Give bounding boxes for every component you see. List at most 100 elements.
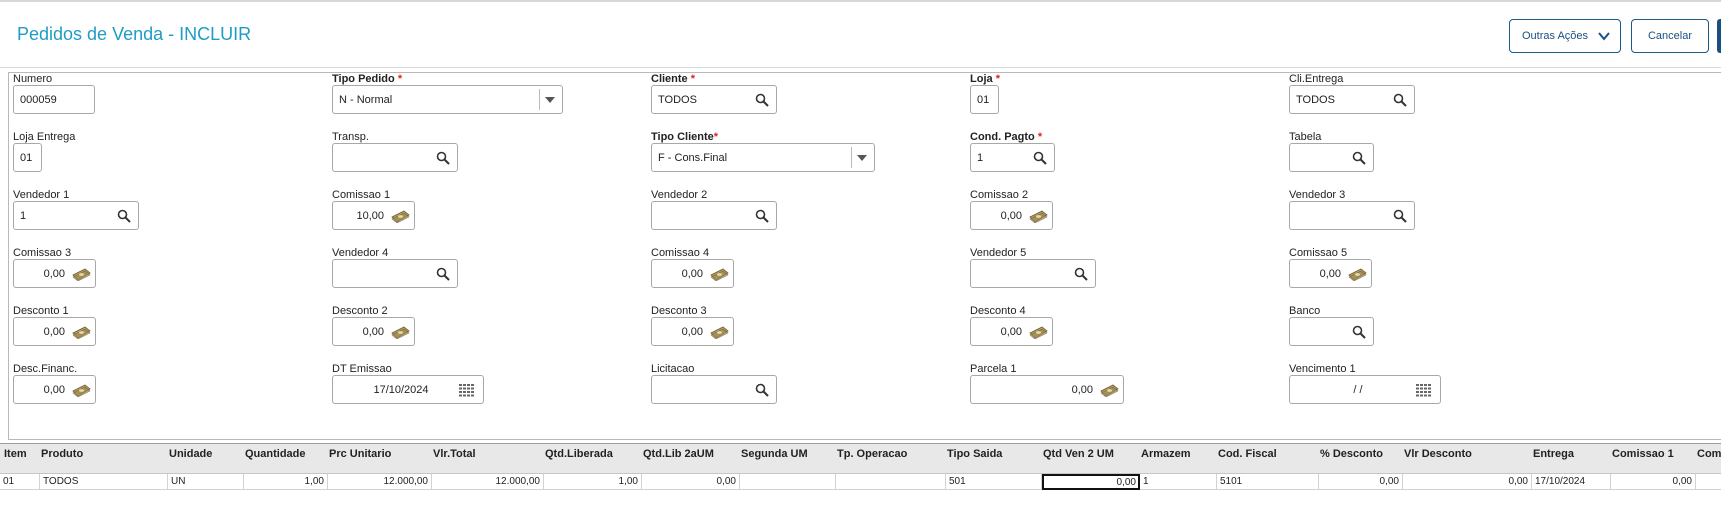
dt-emissao-input[interactable]: 17/10/2024 <box>332 375 484 404</box>
col-header-qtd-liberada[interactable]: Qtd.Liberada <box>545 448 613 460</box>
cell-perc-desconto[interactable]: 0,00 <box>1319 474 1403 490</box>
search-icon[interactable] <box>755 93 769 107</box>
money-icon[interactable] <box>709 326 729 339</box>
col-header-comissao2-partial[interactable]: Com <box>1697 448 1721 460</box>
tipo-pedido-select[interactable]: N - Normal <box>332 85 563 114</box>
money-icon[interactable] <box>1028 210 1048 223</box>
search-icon[interactable] <box>1352 151 1366 165</box>
search-icon[interactable] <box>117 209 131 223</box>
col-header-item[interactable]: Item <box>4 448 27 460</box>
search-icon[interactable] <box>1393 93 1407 107</box>
vencimento1-input[interactable]: / / <box>1289 375 1441 404</box>
cell-tipo-saida[interactable]: 501 <box>946 474 1042 490</box>
col-header-vlr-desconto[interactable]: Vlr Desconto <box>1404 448 1472 460</box>
money-icon[interactable] <box>390 326 410 339</box>
desconto2-input[interactable]: 0,00 <box>332 317 415 346</box>
cell-qtd-liberada[interactable]: 1,00 <box>544 474 642 490</box>
col-header-produto[interactable]: Produto <box>41 448 83 460</box>
vendedor3-input[interactable] <box>1289 201 1415 230</box>
cell-qtd-lib-2aum[interactable]: 0,00 <box>642 474 740 490</box>
comissao2-input[interactable]: 0,00 <box>970 201 1053 230</box>
cell-vlr-total[interactable]: 12.000,00 <box>432 474 544 490</box>
tabela-input[interactable] <box>1289 143 1374 172</box>
search-icon[interactable] <box>1033 151 1047 165</box>
confirm-button-edge[interactable] <box>1717 19 1721 53</box>
vendedor5-input[interactable] <box>970 259 1096 288</box>
cli-entrega-input[interactable]: TODOS <box>1289 85 1415 114</box>
search-icon[interactable] <box>436 267 450 281</box>
loja-input[interactable]: 01 <box>970 85 999 114</box>
money-icon[interactable] <box>1347 268 1367 281</box>
desconto3-input[interactable]: 0,00 <box>651 317 734 346</box>
banco-input[interactable] <box>1289 317 1374 346</box>
col-header-segunda-um[interactable]: Segunda UM <box>741 448 808 460</box>
tipo-cliente-select[interactable]: F - Cons.Final <box>651 143 875 172</box>
comissao3-input[interactable]: 0,00 <box>13 259 96 288</box>
col-header-armazem[interactable]: Armazem <box>1141 448 1191 460</box>
col-header-qtd-ven-2-um[interactable]: Qtd Ven 2 UM <box>1043 448 1114 460</box>
desc-financ-input[interactable]: 0,00 <box>13 375 96 404</box>
outras-acoes-button[interactable]: Outras Ações <box>1509 19 1621 53</box>
cell-item[interactable]: 01 <box>0 474 40 490</box>
cliente-input[interactable]: TODOS <box>651 85 777 114</box>
money-icon[interactable] <box>390 210 410 223</box>
desconto2-label: Desconto 2 <box>332 305 388 317</box>
parcela1-input[interactable]: 0,00 <box>970 375 1124 404</box>
transp-input[interactable] <box>332 143 458 172</box>
loja-entrega-input[interactable]: 01 <box>13 143 42 172</box>
money-icon[interactable] <box>71 384 91 397</box>
cancelar-button[interactable]: Cancelar <box>1631 19 1709 53</box>
cell-comissao2-partial[interactable] <box>1696 474 1721 490</box>
col-header-vlr-total[interactable]: Vlr.Total <box>433 448 476 460</box>
comissao4-input[interactable]: 0,00 <box>651 259 734 288</box>
calendar-icon[interactable] <box>1416 384 1432 397</box>
comissao5-input[interactable]: 0,00 <box>1289 259 1372 288</box>
col-header-entrega[interactable]: Entrega <box>1533 448 1574 460</box>
cell-cod-fiscal[interactable]: 5101 <box>1217 474 1319 490</box>
money-icon[interactable] <box>71 326 91 339</box>
cell-vlr-desconto[interactable]: 0,00 <box>1403 474 1532 490</box>
money-icon[interactable] <box>709 268 729 281</box>
cell-prc-unitario[interactable]: 12.000,00 <box>328 474 432 490</box>
col-header-cod-fiscal[interactable]: Cod. Fiscal <box>1218 448 1277 460</box>
col-header-prc-unitario[interactable]: Prc Unitario <box>329 448 391 460</box>
col-header-tp-operacao[interactable]: Tp. Operacao <box>837 448 907 460</box>
table-row[interactable]: 01 TODOS UN 1,00 12.000,00 12.000,00 1,0… <box>0 474 1721 490</box>
cell-tp-operacao[interactable] <box>836 474 946 490</box>
vendedor4-input[interactable] <box>332 259 458 288</box>
desconto1-label: Desconto 1 <box>13 305 69 317</box>
cell-qtd-ven-2-um-selected[interactable]: 0,00 <box>1042 474 1140 490</box>
search-icon[interactable] <box>1352 325 1366 339</box>
cell-armazem[interactable]: 1 <box>1140 474 1217 490</box>
cond-pagto-input[interactable]: 1 <box>970 143 1055 172</box>
calendar-icon[interactable] <box>459 384 475 397</box>
numero-input[interactable]: 000059 <box>13 85 95 114</box>
vendedor5-label: Vendedor 5 <box>970 247 1027 259</box>
search-icon[interactable] <box>755 383 769 397</box>
licitacao-input[interactable] <box>651 375 777 404</box>
desconto1-input[interactable]: 0,00 <box>13 317 96 346</box>
vendedor2-input[interactable] <box>651 201 777 230</box>
comissao1-input[interactable]: 10,00 <box>332 201 415 230</box>
cell-quantidade[interactable]: 1,00 <box>244 474 328 490</box>
vendedor1-input[interactable]: 1 <box>13 201 139 230</box>
search-icon[interactable] <box>436 151 450 165</box>
money-icon[interactable] <box>1028 326 1048 339</box>
col-header-qtd-lib-2aum[interactable]: Qtd.Lib 2aUM <box>643 448 714 460</box>
col-header-comissao1[interactable]: Comissao 1 <box>1612 448 1674 460</box>
search-icon[interactable] <box>1074 267 1088 281</box>
col-header-unidade[interactable]: Unidade <box>169 448 212 460</box>
cell-segunda-um[interactable] <box>740 474 836 490</box>
money-icon[interactable] <box>71 268 91 281</box>
cell-unidade[interactable]: UN <box>168 474 244 490</box>
cell-entrega[interactable]: 17/10/2024 <box>1532 474 1611 490</box>
col-header-quantidade[interactable]: Quantidade <box>245 448 306 460</box>
desconto4-input[interactable]: 0,00 <box>970 317 1053 346</box>
col-header-tipo-saida[interactable]: Tipo Saida <box>947 448 1002 460</box>
cell-produto[interactable]: TODOS <box>40 474 168 490</box>
col-header-perc-desconto[interactable]: % Desconto <box>1320 448 1383 460</box>
search-icon[interactable] <box>1393 209 1407 223</box>
search-icon[interactable] <box>755 209 769 223</box>
cell-comissao1[interactable]: 0,00 <box>1611 474 1696 490</box>
money-icon[interactable] <box>1099 384 1119 397</box>
